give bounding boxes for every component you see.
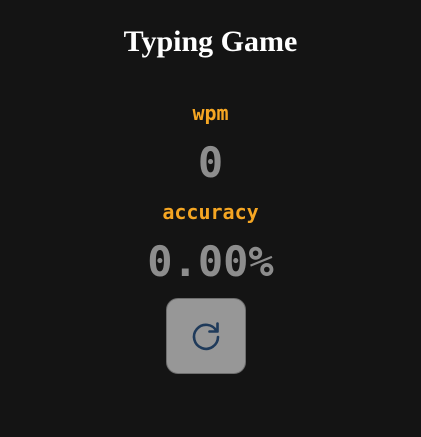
wpm-label: wpm [192, 101, 229, 125]
refresh-icon [188, 318, 224, 354]
typing-game-page: Typing Game wpm 0 accuracy 0.00% [0, 0, 421, 437]
reset-button[interactable] [166, 298, 246, 374]
page-title: Typing Game [123, 25, 298, 58]
accuracy-label: accuracy [162, 200, 259, 224]
accuracy-value: 0.00% [147, 237, 274, 286]
wpm-value: 0 [197, 138, 224, 187]
